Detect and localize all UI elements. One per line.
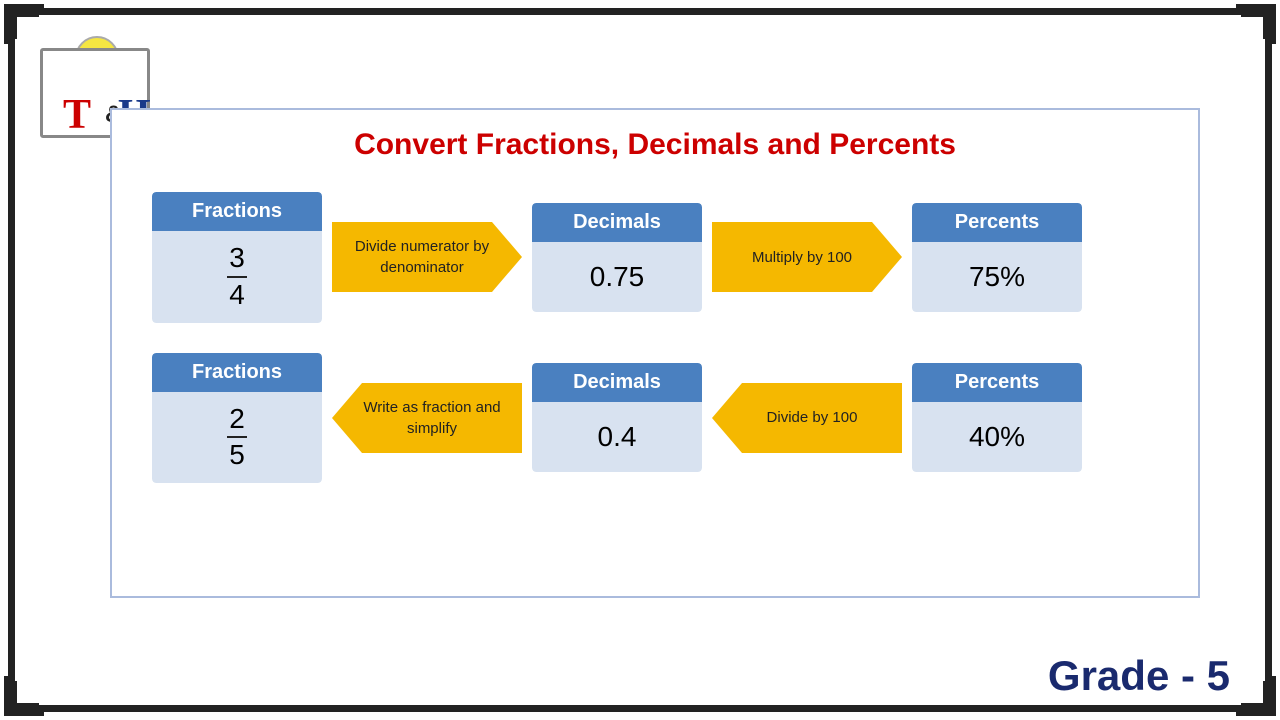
fraction-num-2: 2 [229,404,245,435]
arrow-right-text-2: Multiply by 100 [742,247,872,268]
arrow-right-1: Divide numerator by denominator [332,217,522,297]
fractions-value-2: 2 5 [152,392,322,484]
fraction-den-1: 4 [229,280,245,311]
decimals-box-1: Decimals 0.75 [532,203,702,312]
arrow-left-text-2: Divide by 100 [747,407,868,428]
percents-value-2: 40% [912,402,1082,472]
decimals-value-1: 0.75 [532,242,702,312]
percents-box-2: Percents 40% [912,363,1082,472]
grade-label: Grade - 5 [1048,652,1230,700]
fraction-1: 3 4 [227,243,247,311]
fractions-header-2: Fractions [152,353,322,392]
arrow-right-2: Multiply by 100 [712,217,902,297]
arrow-left-text-1: Write as fraction and simplify [332,397,522,439]
main-title: Convert Fractions, Decimals and Percents [112,110,1198,172]
fraction-line-1 [227,276,247,278]
decimals-box-2: Decimals 0.4 [532,363,702,472]
fraction-line-2 [227,436,247,438]
logo-t: T [63,91,91,139]
decimals-header-2: Decimals [532,363,702,402]
percents-header-2: Percents [912,363,1082,402]
decimals-header-1: Decimals [532,203,702,242]
main-content-box: Convert Fractions, Decimals and Percents… [110,108,1200,598]
conversion-row-1: Fractions 3 4 Divide numerator by de [152,192,1158,323]
fraction-num-1: 3 [229,243,245,274]
corner-inner-bl [14,681,39,706]
corner-inner-tr [1241,14,1266,39]
fraction-2: 2 5 [227,404,247,472]
decimals-value-2: 0.4 [532,402,702,472]
arrow-left-1: Write as fraction and simplify [332,378,522,458]
rows-container: Fractions 3 4 Divide numerator by de [112,172,1198,503]
fractions-header-1: Fractions [152,192,322,231]
percents-header-1: Percents [912,203,1082,242]
fractions-box-1: Fractions 3 4 [152,192,322,323]
fractions-box-2: Fractions 2 5 [152,353,322,484]
conversion-row-2: Fractions 2 5 Write as fraction and [152,353,1158,484]
percents-box-1: Percents 75% [912,203,1082,312]
percents-value-1: 75% [912,242,1082,312]
page: T & H Convert Fractions, Decimals and Pe… [0,0,1280,720]
arrow-right-text-1: Divide numerator by denominator [332,236,522,278]
corner-inner-br [1241,681,1266,706]
arrow-left-2: Divide by 100 [712,378,902,458]
fraction-den-2: 5 [229,440,245,471]
fractions-value-1: 3 4 [152,231,322,323]
